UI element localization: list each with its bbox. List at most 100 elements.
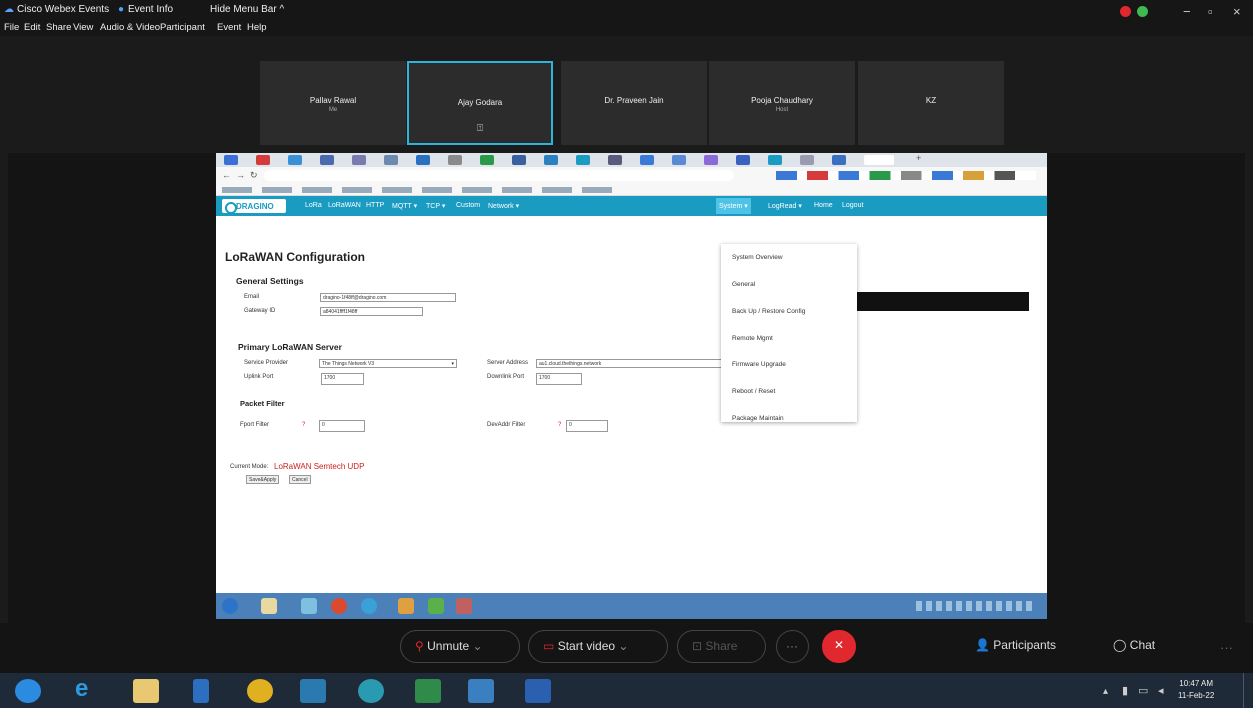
restore-icon[interactable]: ▫ (1208, 4, 1213, 19)
menu-event[interactable]: Event (217, 22, 241, 33)
browser-tab[interactable] (384, 155, 398, 165)
app-icon[interactable] (398, 598, 414, 614)
browser-tab[interactable] (256, 155, 270, 165)
word-icon[interactable] (525, 679, 551, 703)
email-input[interactable]: dragino-1f48ff@dragino.com (320, 293, 456, 302)
menu-reboot-reset[interactable]: Reboot / Reset (732, 388, 775, 395)
chrome-icon[interactable] (247, 679, 273, 703)
browser-tab[interactable] (352, 155, 366, 165)
participant-tile[interactable]: KZ (858, 61, 1004, 145)
browser-tab[interactable] (224, 155, 238, 165)
browser-tab[interactable] (768, 155, 782, 165)
participant-tile[interactable]: Pallav Rawal Me (260, 61, 406, 145)
windows-start-icon[interactable] (15, 679, 41, 703)
nav-lorawan[interactable]: LoRaWAN (328, 202, 361, 209)
bookmark-items[interactable] (222, 187, 622, 193)
menu-audio-video[interactable]: Audio & Video (100, 22, 160, 33)
app-icon[interactable] (456, 598, 472, 614)
network-icon[interactable]: ▭ (1138, 684, 1148, 697)
browser-tab[interactable] (320, 155, 334, 165)
menu-system-overview[interactable]: System Overview (732, 254, 783, 261)
tray-arrow-icon[interactable]: ▴ (1103, 686, 1108, 697)
browser-address-bar[interactable]: ← → ↻ (216, 167, 1047, 184)
app-icon[interactable] (358, 679, 384, 703)
nav-system[interactable]: System ▾ (716, 198, 751, 214)
menu-participant[interactable]: Participant (160, 22, 205, 33)
save-apply-button[interactable]: Save&Apply (246, 475, 280, 484)
downlink-port-input[interactable]: 1700 (536, 373, 582, 385)
nav-tcp[interactable]: TCP ▾ (426, 202, 445, 210)
menu-package-maintain[interactable]: Package Maintain (732, 415, 784, 422)
help-icon[interactable]: ? (302, 422, 305, 428)
chat-button[interactable]: ◯ Chat (1113, 630, 1155, 663)
browser-tab[interactable] (448, 155, 462, 165)
menu-share[interactable]: Share (46, 22, 71, 33)
server-address-input[interactable]: au1.cloud.thethings.network (536, 359, 726, 368)
close-icon[interactable]: × (1233, 4, 1241, 19)
browser-tab[interactable] (832, 155, 846, 165)
menu-remote-mgmt[interactable]: Remote Mgmt (732, 335, 773, 342)
nav-lora[interactable]: LoRa (305, 202, 322, 209)
participant-tile[interactable]: Pooja Chaudhary Host (709, 61, 855, 145)
gateway-id-input[interactable]: a84041ffff1f48ff (320, 307, 423, 316)
nav-logout[interactable]: Logout (842, 202, 863, 209)
explorer-icon[interactable] (261, 598, 277, 614)
internet-explorer-icon[interactable]: e (75, 675, 101, 702)
browser-tab-strip[interactable]: + (216, 153, 1047, 167)
more-options-button[interactable]: ··· (776, 630, 809, 663)
browser-tab[interactable] (288, 155, 302, 165)
battery-icon[interactable]: ▮ (1122, 684, 1128, 697)
browser-tab[interactable] (640, 155, 654, 165)
event-info-button[interactable]: Event Info (128, 4, 173, 15)
fport-filter-input[interactable]: 0 (319, 420, 365, 432)
browser-tab[interactable] (672, 155, 686, 165)
help-icon[interactable]: ? (558, 422, 561, 428)
browser-tab[interactable] (512, 155, 526, 165)
participant-tile[interactable]: Dr. Praveen Jain (561, 61, 707, 145)
browser-tab[interactable] (736, 155, 750, 165)
show-desktop-button[interactable] (1243, 673, 1253, 708)
start-icon[interactable] (222, 598, 238, 614)
nav-network[interactable]: Network ▾ (488, 202, 519, 210)
share-button[interactable]: ⊡ Share (677, 630, 766, 663)
file-explorer-icon[interactable] (133, 679, 159, 703)
nav-custom[interactable]: Custom (456, 202, 480, 209)
browser-tab[interactable] (416, 155, 430, 165)
url-field[interactable] (264, 170, 734, 181)
menu-help[interactable]: Help (247, 22, 267, 33)
app-icon[interactable] (361, 598, 377, 614)
nav-home[interactable]: Home (814, 202, 833, 209)
nav-http[interactable]: HTTP (366, 202, 384, 209)
unmute-button[interactable]: ⚲ Unmute ⌄ (400, 630, 520, 663)
menu-firmware-upgrade[interactable]: Firmware Upgrade (732, 361, 786, 368)
app-icon[interactable] (428, 598, 444, 614)
reload-icon[interactable]: ↻ (250, 170, 258, 181)
menu-edit[interactable]: Edit (24, 22, 40, 33)
browser-tab[interactable] (800, 155, 814, 165)
cancel-button[interactable]: Cancel (289, 475, 311, 484)
chrome-icon[interactable] (331, 598, 347, 614)
app-icon[interactable] (468, 679, 494, 703)
new-tab-icon[interactable]: + (916, 153, 926, 163)
app-icon[interactable] (301, 598, 317, 614)
start-video-button[interactable]: ▭ Start video ⌄ (528, 630, 668, 663)
menu-backup-restore[interactable]: Back Up / Restore Config (732, 308, 805, 315)
extension-icons[interactable] (776, 171, 1036, 180)
app-icon[interactable] (300, 679, 326, 703)
menu-file[interactable]: File (4, 22, 19, 33)
service-provider-select[interactable]: The Things Network V3 ▾ (319, 359, 457, 368)
menu-view[interactable]: View (73, 22, 93, 33)
hide-menu-bar-button[interactable]: Hide Menu Bar ^ (210, 4, 284, 15)
browser-tab[interactable] (544, 155, 558, 165)
volume-icon[interactable]: ◂ (1158, 684, 1164, 697)
browser-tab[interactable] (576, 155, 590, 165)
end-call-button[interactable]: ✕ (822, 630, 856, 663)
forward-icon[interactable]: → (236, 170, 245, 180)
participants-button[interactable]: 👤 Participants (975, 630, 1056, 663)
nav-logread[interactable]: LogRead ▾ (768, 202, 802, 210)
browser-tab[interactable] (480, 155, 494, 165)
browser-tab[interactable] (704, 155, 718, 165)
more-icon[interactable]: ··· (1220, 640, 1233, 655)
browser-tab-active[interactable] (864, 155, 894, 165)
excel-icon[interactable] (415, 679, 441, 703)
